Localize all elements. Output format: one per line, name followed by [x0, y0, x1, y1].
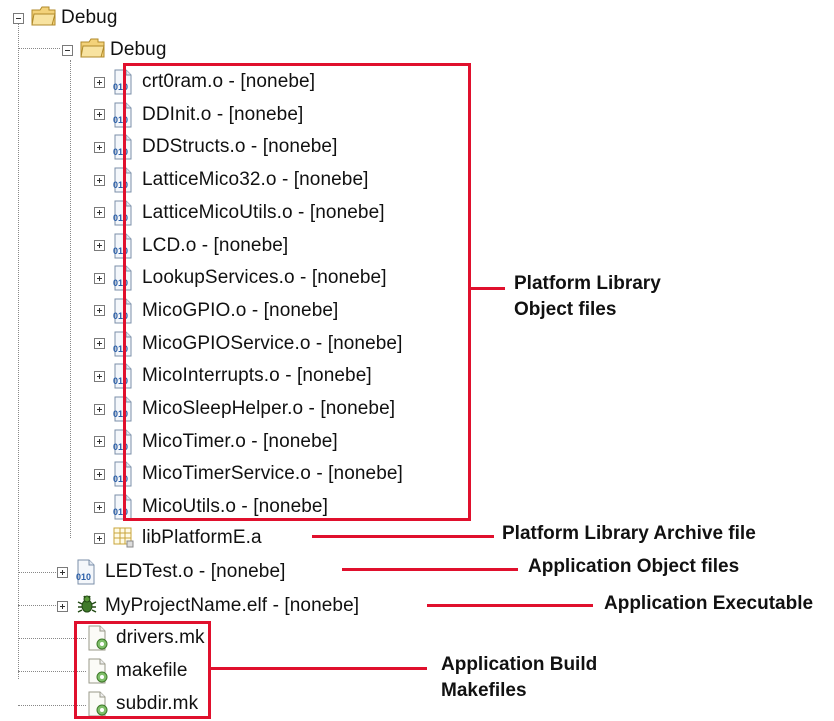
expand-toggle[interactable]: [94, 403, 105, 415]
annotation-app-objects: Application Object files: [528, 556, 740, 577]
expand-toggle[interactable]: [94, 76, 105, 88]
expand-toggle[interactable]: [57, 600, 68, 612]
tree-node-root-debug[interactable]: Debug: [13, 3, 118, 33]
annotation-line: [312, 535, 494, 538]
expand-toggle[interactable]: [94, 436, 105, 448]
annotation-platform-objects: Platform Library Object files: [514, 273, 661, 320]
annotation-line: [342, 568, 518, 571]
expand-toggle[interactable]: [94, 109, 105, 121]
expand-toggle[interactable]: [94, 532, 105, 544]
annotation-makefiles: Application Build Makefiles: [441, 654, 598, 701]
annotation-line: [427, 604, 593, 607]
annotation-line: [211, 667, 427, 670]
annotation-executable: Application Executable: [604, 593, 814, 614]
expand-toggle[interactable]: [57, 566, 68, 578]
tree-connector: [18, 48, 60, 49]
tree-label: Debug: [110, 39, 167, 60]
tree-label: LEDTest.o - [nonebe]: [105, 561, 286, 582]
expand-toggle[interactable]: [94, 305, 105, 317]
binary-object-icon: 010: [75, 559, 99, 585]
tree-node-debug-folder[interactable]: Debug: [62, 35, 167, 65]
tree-connector: [18, 572, 56, 573]
expand-toggle[interactable]: [94, 240, 105, 251]
expand-toggle[interactable]: [94, 207, 105, 219]
archive-grid-icon: [112, 525, 136, 551]
expand-toggle[interactable]: [94, 174, 105, 186]
tree-label: MyProjectName.elf - [nonebe]: [105, 595, 360, 616]
executable-bug-icon: [75, 593, 99, 619]
svg-text:010: 010: [76, 572, 91, 582]
expand-toggle[interactable]: [94, 141, 105, 153]
highlight-platform-objects: [123, 63, 471, 521]
collapse-toggle[interactable]: [62, 44, 73, 56]
expand-toggle[interactable]: [94, 370, 105, 382]
tree-connector: [18, 605, 56, 606]
expand-toggle[interactable]: [94, 468, 105, 480]
annotation-archive: Platform Library Archive file: [502, 523, 756, 544]
expand-toggle[interactable]: [94, 338, 105, 350]
folder-icon: [31, 5, 56, 31]
highlight-makefiles: [74, 621, 211, 719]
tree-node-ledtest[interactable]: 010 LEDTest.o - [nonebe]: [57, 557, 286, 587]
annotation-line: [471, 287, 505, 290]
folder-icon: [80, 37, 105, 63]
collapse-toggle[interactable]: [13, 12, 24, 24]
expand-toggle[interactable]: [94, 272, 105, 284]
tree-node-executable[interactable]: MyProjectName.elf - [nonebe]: [57, 591, 359, 621]
tree-connector: [18, 24, 19, 679]
tree-connector: [70, 60, 71, 538]
tree-label: Debug: [61, 7, 118, 28]
expand-toggle[interactable]: [94, 501, 105, 513]
tree-label: libPlatformE.a: [142, 527, 262, 548]
tree-node-archive[interactable]: libPlatformE.a: [94, 523, 262, 553]
